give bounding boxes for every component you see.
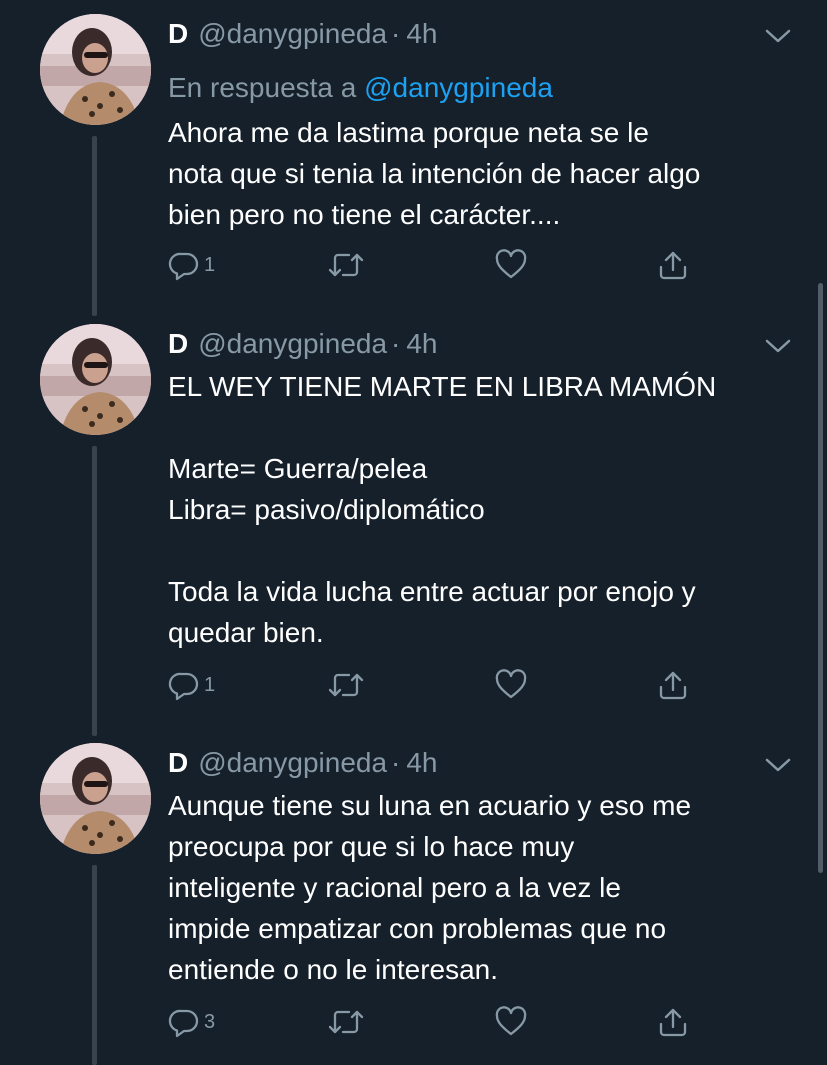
like-icon (495, 249, 527, 279)
retweet-icon (328, 673, 364, 697)
tweet-text: Ahora me da lastima porque neta se le no… (168, 117, 701, 230)
display-name[interactable]: D (168, 18, 188, 50)
like-button[interactable] (494, 668, 528, 702)
tweet[interactable]: D @danygpineda · 4h EL WEY TIENE MARTE E… (0, 324, 827, 724)
tweet-text: EL WEY TIENE MARTE EN LIBRA MAMÓN Marte=… (168, 371, 717, 648)
like-button[interactable] (494, 248, 528, 282)
retweet-icon (328, 1010, 364, 1034)
separator: · (391, 747, 401, 778)
separator: · (391, 328, 401, 359)
tweet-actions: 3 (168, 1005, 728, 1039)
tweet-actions: 1 (168, 248, 728, 282)
chevron-down-icon[interactable] (764, 28, 792, 44)
chevron-down-icon[interactable] (764, 338, 792, 354)
reply-icon (168, 1009, 199, 1038)
reply-mention-link[interactable]: @danygpineda (364, 72, 553, 103)
reply-count: 3 (204, 1010, 216, 1033)
reply-prefix: En respuesta a (168, 72, 357, 103)
handle[interactable]: @danygpineda (198, 328, 387, 360)
avatar[interactable] (40, 743, 151, 854)
display-name[interactable]: D (168, 328, 188, 360)
like-icon (495, 669, 527, 699)
tweet-header: D @danygpineda · 4h (168, 743, 438, 783)
share-button[interactable] (656, 248, 690, 282)
like-button[interactable] (494, 1005, 528, 1039)
reply-context: En respuesta a @danygpineda (168, 72, 553, 104)
timestamp[interactable]: 4h (406, 18, 437, 50)
retweet-button[interactable] (328, 668, 364, 702)
retweet-icon (328, 253, 364, 277)
reply-button[interactable]: 3 (168, 1005, 215, 1039)
share-button[interactable] (656, 668, 690, 702)
tweet-text: Aunque tiene su luna en acuario y eso me… (168, 790, 692, 985)
reply-button[interactable]: 1 (168, 668, 215, 702)
share-icon (659, 671, 687, 700)
like-icon (495, 1006, 527, 1036)
separator: · (391, 18, 401, 49)
tweet[interactable]: D @danygpineda · 4h En respuesta a @dany… (0, 14, 827, 314)
chevron-down-icon[interactable] (764, 757, 792, 773)
reply-count: 1 (204, 673, 216, 696)
tweet-actions: 1 (168, 668, 728, 702)
reply-icon (168, 252, 199, 281)
share-button[interactable] (656, 1005, 690, 1039)
tweet-header: D @danygpineda · 4h (168, 324, 438, 364)
retweet-button[interactable] (328, 248, 364, 282)
scrollbar[interactable] (818, 283, 823, 873)
retweet-button[interactable] (328, 1005, 364, 1039)
reply-button[interactable]: 1 (168, 248, 215, 282)
tweet[interactable]: D @danygpineda · 4h Aunque tiene su luna… (0, 743, 827, 1065)
reply-count: 1 (204, 253, 216, 276)
timestamp[interactable]: 4h (406, 328, 437, 360)
handle[interactable]: @danygpineda (198, 747, 387, 779)
avatar[interactable] (40, 324, 151, 435)
share-icon (659, 1008, 687, 1037)
display-name[interactable]: D (168, 747, 188, 779)
share-icon (659, 251, 687, 280)
reply-icon (168, 672, 199, 701)
avatar[interactable] (40, 14, 151, 125)
timestamp[interactable]: 4h (406, 747, 437, 779)
handle[interactable]: @danygpineda (198, 18, 387, 50)
tweet-header: D @danygpineda · 4h (168, 14, 438, 54)
